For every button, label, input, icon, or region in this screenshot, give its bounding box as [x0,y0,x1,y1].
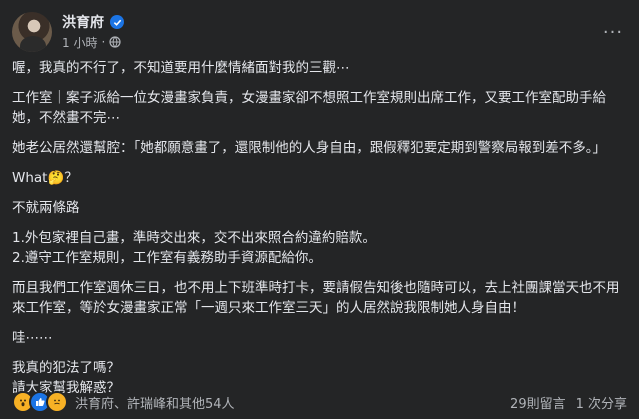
post-time[interactable]: 1 小時 [62,34,97,51]
verified-icon [110,15,124,29]
post-footer: 洪育府、許瑞峰和其他54人 29則留言 1 次分享 [12,391,627,413]
post-paragraph: 我真的犯法了嗎？ [12,360,120,376]
reaction-summary[interactable]: 洪育府、許瑞峰和其他54人 [12,391,235,413]
post-paragraph: 工作室｜案子派給一位女漫畫家負責，女漫畫家卻不想照工作室規則出席工作，又要工作室… [12,90,606,126]
post-header: 洪育府 1 小時 · ··· [12,10,627,54]
post-paragraph: What🤔？ [12,170,78,186]
author-row: 洪育府 [62,13,124,31]
author-name[interactable]: 洪育府 [62,12,104,32]
care-reaction-icon [46,391,68,413]
globe-icon[interactable] [109,36,121,48]
more-icon[interactable]: ··· [599,18,627,46]
post-paragraph: 喔，我真的不行了，不知道要用什麼情緒面對我的三觀⋯ [12,60,350,76]
avatar[interactable] [12,12,52,52]
comment-count-link[interactable]: 29則留言 [510,393,566,412]
share-count-link[interactable]: 1 次分享 [576,393,627,412]
post-paragraph: 哇⋯⋯ [12,330,53,346]
post-content: 喔，我真的不行了，不知道要用什麼情緒面對我的三觀⋯ 工作室｜案子派給一位女漫畫家… [12,58,627,398]
post-meta: 1 小時 · [62,34,121,50]
post-paragraph: 而且我們工作室週休三日，也不用上下班準時打卡，要請假告知後也隨時可以，去上社團課… [12,280,620,316]
post-paragraph: 2.遵守工作室規則，工作室有義務助手資源配給你。 [12,250,322,266]
post-paragraph: 不就兩條路 [12,200,80,216]
meta-separator: · [101,35,106,49]
reaction-names[interactable]: 洪育府、許瑞峰和其他54人 [75,393,235,412]
post-paragraph: 她老公居然還幫腔：「她都願意畫了，還限制他的人身自由，跟假釋犯要定期到警察局報到… [12,140,606,156]
post-stats: 29則留言 1 次分享 [510,393,627,412]
post-paragraph: 1.外包家裡自己畫，準時交出來，交不出來照合約違約賠款。 [12,230,376,246]
